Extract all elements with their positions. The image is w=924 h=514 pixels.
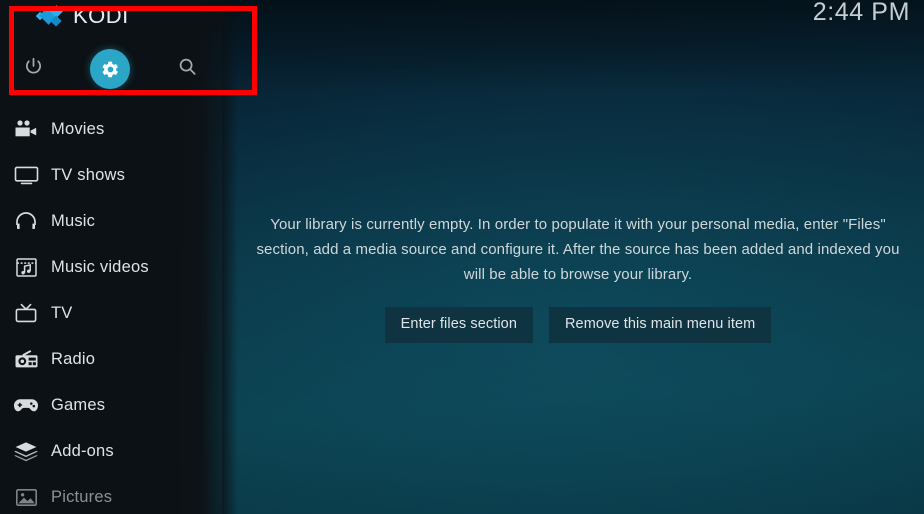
action-button-row: Enter files section Remove this main men… [384,307,772,343]
sidebar-item-label: Movies [51,119,105,138]
sidebar-item-label: TV [51,303,73,322]
header-controls [0,46,222,92]
sidebar-item-label: Add-ons [51,441,114,460]
sidebar-item-music[interactable]: Music [0,198,222,244]
television-icon [6,160,46,190]
headphones-icon [6,206,46,236]
kodi-logo: KODI [35,3,129,28]
main-content: Your library is currently empty. In orde… [232,0,924,514]
sidebar-item-label: TV shows [51,165,126,184]
sidebar-item-label: Music [51,211,96,230]
sidebar-item-music-videos[interactable]: Music videos [0,244,222,290]
power-icon [23,56,44,82]
sidebar-item-label: Radio [51,349,96,368]
tv-antenna-icon [6,298,46,328]
enter-files-section-button[interactable]: Enter files section [384,307,533,343]
sidebar-item-label: Music videos [51,257,149,276]
empty-library-message: Your library is currently empty. In orde… [256,216,900,283]
addons-box-icon [6,436,46,466]
radio-icon [6,344,46,374]
power-button[interactable] [10,46,56,92]
sidebar-header: KODI [0,0,222,98]
search-button[interactable] [164,46,210,92]
remove-main-menu-item-button[interactable]: Remove this main menu item [548,307,772,343]
pictures-icon [6,482,46,512]
settings-button[interactable] [87,46,133,92]
gear-icon [90,49,130,89]
main-menu: Movies TV shows Music Music videos TV Ra… [0,106,222,514]
music-video-icon [6,252,46,282]
app-title: KODI [73,3,129,28]
kodi-home-screen: 2:44 PM Your library is currently empty.… [0,0,924,514]
clock: 2:44 PM [812,0,910,26]
sidebar-item-label: Pictures [51,487,113,506]
sidebar-item-tv[interactable]: TV [0,290,222,336]
kodi-logo-icon [35,4,64,28]
sidebar: KODI Movies TV shows Music Music videos … [0,0,238,514]
search-icon [177,56,198,82]
movie-camera-icon [6,114,46,144]
sidebar-item-games[interactable]: Games [0,382,222,428]
sidebar-item-tv-shows[interactable]: TV shows [0,152,222,198]
sidebar-item-pictures[interactable]: Pictures [0,474,222,514]
sidebar-item-label: Games [51,395,106,414]
gamepad-icon [6,390,46,420]
sidebar-item-radio[interactable]: Radio [0,336,222,382]
sidebar-item-add-ons[interactable]: Add-ons [0,428,222,474]
sidebar-item-movies[interactable]: Movies [0,106,222,152]
